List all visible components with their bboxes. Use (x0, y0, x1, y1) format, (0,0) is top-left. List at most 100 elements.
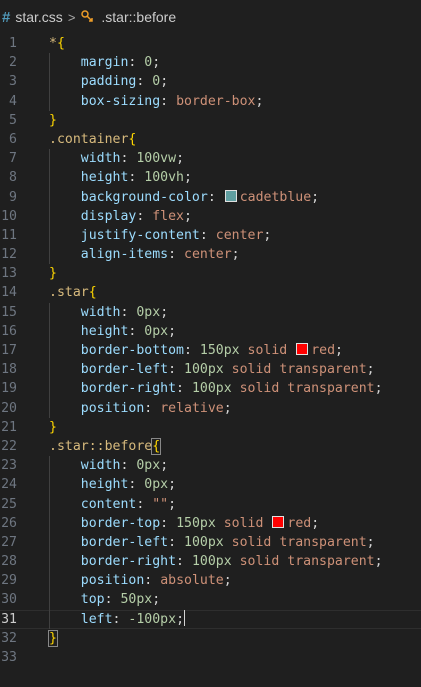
code-line[interactable]: 15 width: 0px; (0, 302, 421, 322)
code-token: transparent (287, 554, 375, 570)
code-token: 100px (184, 362, 224, 378)
code-token: : (160, 515, 177, 531)
code-text: margin: 0; (49, 53, 160, 72)
code-line[interactable]: 8 height: 100vh; (0, 168, 421, 188)
code-token: 100vw (136, 151, 177, 167)
code-line[interactable]: 16 height: 0px; (0, 321, 421, 341)
line-number: 31 (1, 611, 17, 627)
code-token: ; (168, 477, 177, 493)
code-line[interactable]: 12 align-items: center; (0, 245, 421, 265)
code-token: : (120, 304, 137, 320)
code-text: } (49, 111, 57, 130)
code-line[interactable]: 14 .star{ (0, 283, 421, 302)
code-text: width: 0px; (49, 303, 168, 322)
code-text: border-bottom: 150px solid red; (49, 341, 343, 360)
code-token: margin (80, 55, 129, 71)
code-line[interactable]: 30 top: 50px; (0, 590, 421, 610)
code-line[interactable]: 20 position: relative; (0, 398, 421, 418)
code-text: box-sizing: border-box; (49, 92, 264, 111)
line-number: 5 (9, 112, 17, 128)
code-token: position (80, 573, 145, 589)
code-line[interactable]: 23 width: 0px; (0, 456, 421, 476)
code-token: 100vh (144, 170, 184, 186)
code-line[interactable]: 7 width: 100vw; (0, 149, 421, 169)
code-line[interactable]: 1 *{ (0, 34, 421, 53)
code-line[interactable]: 26 border-top: 150px solid red; (0, 513, 421, 533)
code-token: : (136, 74, 153, 90)
breadcrumb-symbol[interactable]: .star::before (101, 9, 176, 25)
breadcrumb-file[interactable]: star.css (15, 9, 62, 25)
code-line[interactable]: 18 border-left: 100px solid transparent; (0, 360, 421, 380)
code-token: width (80, 151, 121, 167)
indent-guide (49, 513, 50, 533)
line-number: 27 (1, 534, 17, 550)
code-token: 0px (144, 323, 169, 339)
code-token: : (160, 93, 177, 109)
code-token: 100px (191, 554, 232, 570)
code-token: ; (231, 247, 240, 263)
code-editor[interactable]: 1 *{2 margin: 0; 3 padding: 0; 4 box-sizing… (0, 34, 421, 667)
code-text: background-color: cadetblue; (49, 188, 319, 207)
code-token: 100px (191, 381, 232, 397)
code-text: left: -100px; (49, 609, 186, 629)
code-line[interactable]: 5} (0, 111, 421, 130)
code-line[interactable]: 3 padding: 0; (0, 72, 421, 92)
code-line[interactable]: 21} (0, 418, 421, 437)
code-line[interactable]: 27 border-left: 100px solid transparent; (0, 532, 421, 553)
code-line[interactable]: 32} (0, 629, 421, 648)
line-number: 16 (1, 323, 17, 339)
code-token: solid (231, 534, 272, 550)
code-line[interactable]: 10 display: flex; (0, 206, 421, 226)
code-token: : (168, 247, 184, 263)
code-token: position (80, 400, 145, 416)
line-number: 14 (1, 285, 17, 301)
code-token: height (80, 170, 129, 186)
code-token: ; (152, 592, 161, 608)
code-line[interactable]: 9 background-color: cadetblue; (0, 187, 421, 207)
code-line[interactable]: 17 border-bottom: 150px solid red; (0, 341, 421, 361)
code-line[interactable]: 11 justify-content: center; (0, 225, 421, 246)
line-number: 7 (9, 151, 17, 167)
code-token: border-right (80, 381, 177, 397)
indent-guide (49, 494, 50, 514)
code-line[interactable]: 19 border-right: 100px solid transparent… (0, 379, 421, 399)
color-swatch[interactable] (272, 515, 285, 528)
line-number: 19 (1, 381, 17, 397)
code-token: red (287, 515, 312, 531)
code-line[interactable]: 4 box-sizing: border-box; (0, 91, 421, 111)
code-line[interactable]: 13} (0, 264, 421, 283)
code-line[interactable]: 31 left: -100px; (0, 609, 421, 629)
code-token: cadetblue (239, 189, 312, 205)
code-line[interactable]: 33 (0, 648, 421, 667)
line-number: 4 (9, 93, 17, 109)
code-line[interactable]: 24 height: 0px; (0, 475, 421, 495)
code-text: border-right: 100px solid transparent; (49, 379, 383, 398)
code-text: display: flex; (49, 207, 192, 226)
code-line[interactable]: 28 border-right: 100px solid transparent… (0, 552, 421, 572)
indent-guide (49, 398, 50, 418)
code-token: flex (152, 208, 184, 224)
code-line[interactable]: 6 .container{ (0, 130, 421, 149)
code-line[interactable]: 29 position: absolute; (0, 571, 421, 591)
color-swatch[interactable] (296, 343, 309, 355)
code-line[interactable]: 2 margin: 0; (0, 53, 421, 73)
code-token: border-top (80, 515, 161, 531)
indent-guide (49, 590, 50, 610)
code-token: : (104, 592, 121, 608)
color-swatch[interactable] (224, 189, 237, 202)
code-token: 150px (199, 343, 240, 358)
code-token: box-sizing (80, 93, 161, 109)
code-token: justify-content (80, 227, 200, 243)
code-line[interactable]: 22 .star::before{ (0, 437, 421, 456)
code-line[interactable]: 25 content: ""; (0, 494, 421, 514)
code-text: .star{ (49, 283, 97, 302)
code-token: ; (223, 573, 232, 589)
code-token: border-box (176, 93, 256, 109)
code-token: border-right (80, 554, 177, 570)
